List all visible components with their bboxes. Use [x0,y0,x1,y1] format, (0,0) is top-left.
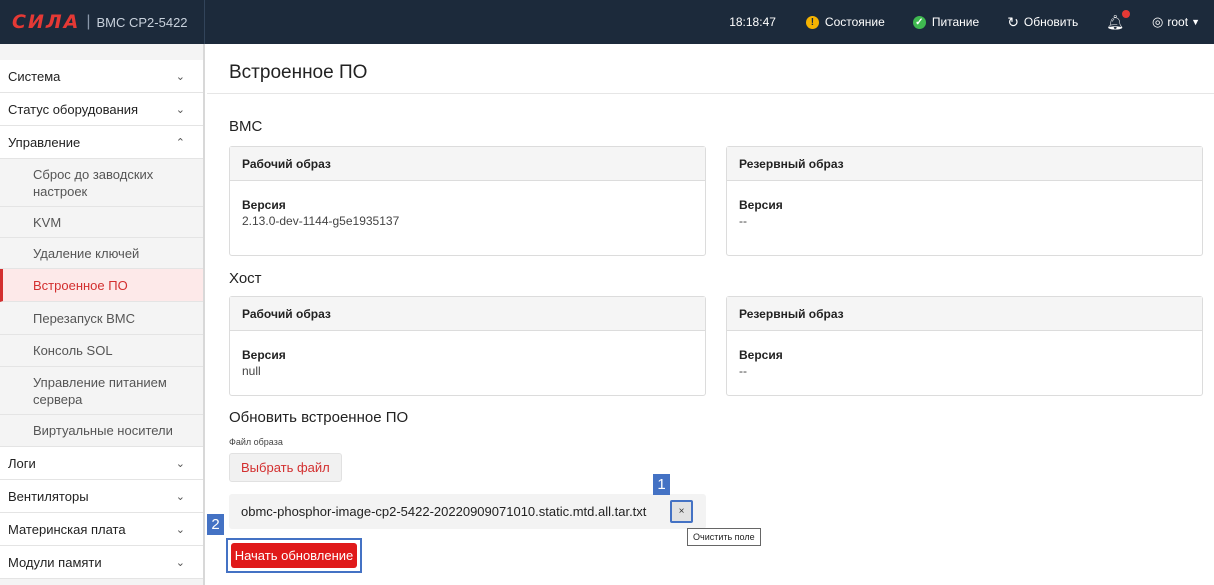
sidebar-item-label: Управление [8,134,81,150]
clock: 18:18:47 [729,15,776,29]
sidebar-item-hardware-status[interactable]: Статус оборудования ⌄ [0,93,203,126]
user-circle-icon: ◎ [1152,14,1164,29]
clear-tooltip: Очистить поле [687,528,761,546]
bmc-heading: BMC [229,118,263,135]
chevron-down-icon: ⌄ [175,556,185,569]
chevron-down-icon: ⌄ [175,103,185,116]
notification-badge [1122,9,1131,18]
brand-separator: | [86,13,91,30]
sidebar-item-firmware[interactable]: Встроенное ПО [0,269,203,302]
bmc-backup-card: Резервный образ Версия -- [726,146,1203,256]
brand-logo: СИЛА [12,11,81,33]
card-body: Версия -- [727,331,1202,390]
title-divider [207,93,1214,94]
user-label: root [1167,15,1189,29]
warning-icon: ! [805,15,819,29]
sidebar-item-label: Материнская плата [8,521,126,537]
version-label: Версия [242,198,286,212]
status-button[interactable]: ! Состояние [792,0,899,44]
sidebar-item-control[interactable]: Управление ⌃ [0,126,203,159]
chevron-down-icon: ⌄ [175,70,185,83]
top-bar: СИЛА | BMC CP2-5422 18:18:47 ! Состояние… [0,0,1214,44]
chevron-down-icon: ⌄ [175,523,185,536]
sidebar-item-label: Система [8,68,61,84]
power-label: Питание [931,15,980,29]
bell-icon: 🔔︎ [1106,9,1131,31]
selected-file-name: obmc-phosphor-image-cp2-5422-20220909071… [241,504,647,519]
clear-file-button[interactable]: × [670,500,693,523]
user-menu[interactable]: ◎ root ▼ [1138,0,1214,44]
sidebar-item-label: Вентиляторы [8,488,89,504]
sidebar-item-label: Статус оборудования [8,101,139,117]
brand[interactable]: СИЛА | BMC CP2-5422 [0,0,205,44]
chevron-down-icon: ⌄ [175,490,185,503]
card-title: Рабочий образ [230,147,705,181]
sidebar-item-logs[interactable]: Логи ⌄ [0,447,203,480]
chevron-down-icon: ⌄ [175,457,185,470]
status-label: Состояние [824,15,885,29]
sidebar-item-virtual-media[interactable]: Виртуальные носители [0,415,203,447]
brand-model: BMC CP2-5422 [96,14,188,30]
version-label: Версия [739,198,783,212]
start-update-button[interactable]: Начать обновление [231,543,357,568]
version-label: Версия [739,348,783,362]
sidebar-item-label: Модули памяти [8,554,102,570]
version-label: Версия [242,348,286,362]
version-value: -- [739,364,747,378]
callout-2: 2 [207,514,224,535]
host-heading: Хост [229,270,262,287]
refresh-label: Обновить [1023,15,1079,29]
sidebar-item-system[interactable]: Система ⌄ [0,60,203,93]
top-right-controls: 18:18:47 ! Состояние ✓ Питание ↻ Обновит… [715,0,1214,44]
sidebar-item-reboot-bmc[interactable]: Перезапуск BMC [0,302,203,335]
card-body: Версия -- [727,181,1202,240]
power-button[interactable]: ✓ Питание [899,0,993,44]
page-title: Встроенное ПО [229,62,368,83]
sidebar-item-kvm[interactable]: KVM [0,207,203,238]
sidebar-item-memory-modules[interactable]: Модули памяти ⌄ [0,546,203,579]
sidebar-item-fans[interactable]: Вентиляторы ⌄ [0,480,203,513]
file-label: Файл образа [229,437,283,447]
selected-file-field: obmc-phosphor-image-cp2-5422-20220909071… [229,494,706,529]
sidebar-item-sol-console[interactable]: Консоль SOL [0,335,203,367]
bmc-primary-card: Рабочий образ Версия 2.13.0-dev-1144-g5e… [229,146,706,256]
card-title: Резервный образ [727,297,1202,331]
sidebar-item-factory-reset[interactable]: Сброс до заводских настроек [0,159,203,207]
notifications-button[interactable]: 🔔︎ [1092,0,1138,44]
card-body: Версия null [230,331,705,390]
choose-file-button[interactable]: Выбрать файл [229,453,342,482]
sidebar-item-power-control[interactable]: Управление питанием сервера [0,367,203,415]
caret-down-icon: ▼ [1191,17,1200,27]
card-title: Резервный образ [727,147,1202,181]
close-icon: × [678,506,685,517]
version-value: -- [739,214,747,228]
sidebar-item-motherboard[interactable]: Материнская плата ⌄ [0,513,203,546]
sidebar-item-key-removal[interactable]: Удаление ключей [0,238,203,269]
version-value: null [242,364,261,378]
sidebar: Система ⌄ Статус оборудования ⌄ Управлен… [0,44,205,585]
refresh-icon: ↻ [1007,13,1019,30]
main-content: Встроенное ПО BMC Рабочий образ Версия 2… [207,44,1214,585]
host-backup-card: Резервный образ Версия -- [726,296,1203,396]
card-body: Версия 2.13.0-dev-1144-g5e1935137 [230,181,705,240]
host-primary-card: Рабочий образ Версия null [229,296,706,396]
chevron-up-icon: ⌃ [175,136,185,149]
update-heading: Обновить встроенное ПО [229,409,409,426]
refresh-button[interactable]: ↻ Обновить [993,0,1092,44]
start-update-highlight: Начать обновление [226,538,362,573]
callout-1: 1 [653,474,670,495]
version-value: 2.13.0-dev-1144-g5e1935137 [242,214,400,228]
check-circle-icon: ✓ [912,15,926,29]
card-title: Рабочий образ [230,297,705,331]
sidebar-item-label: Логи [8,455,36,471]
